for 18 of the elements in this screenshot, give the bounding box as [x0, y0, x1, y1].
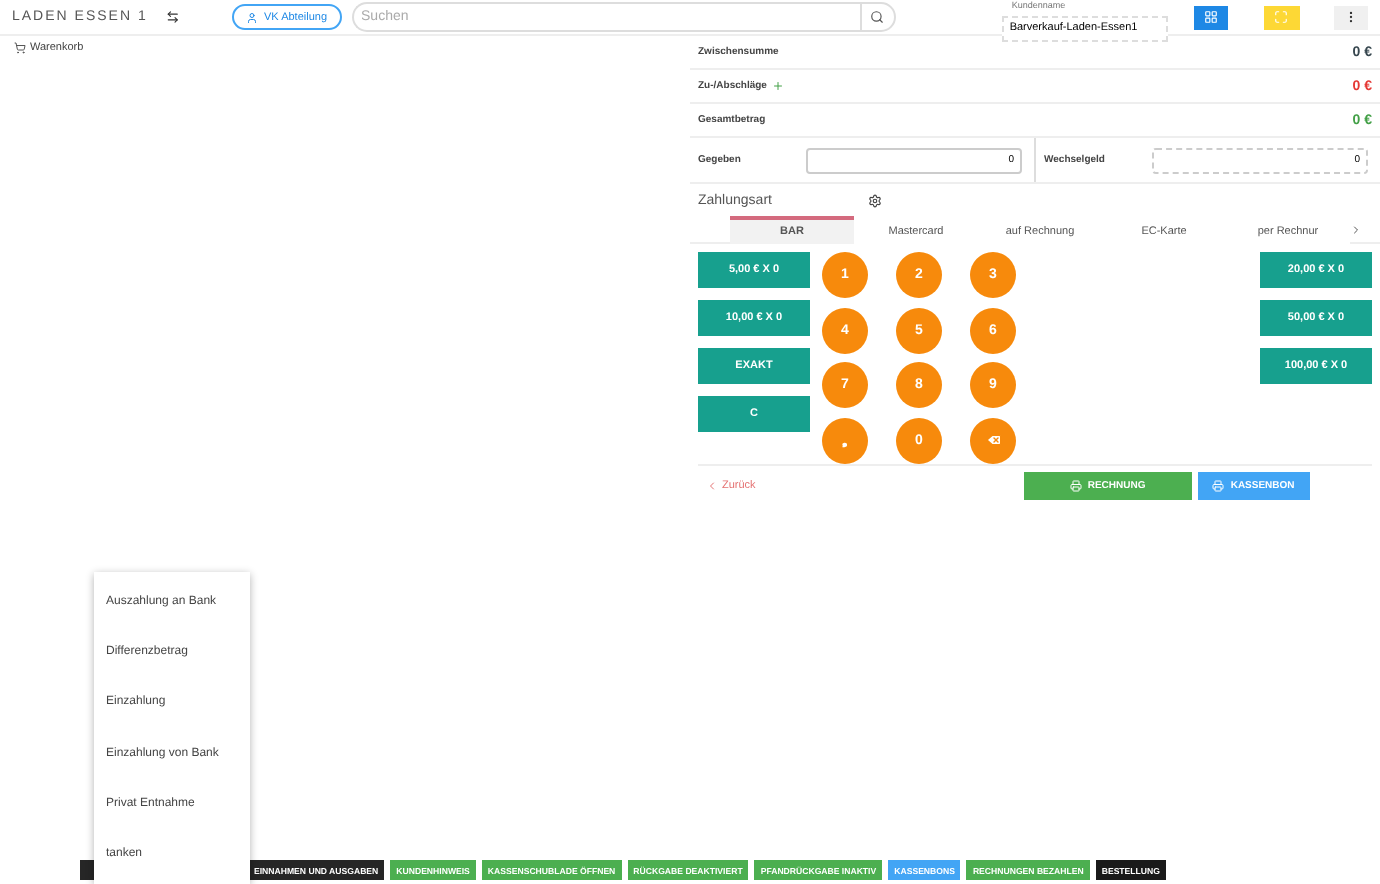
backspace-icon	[985, 432, 1001, 448]
swap-icon[interactable]	[166, 10, 181, 24]
more-button[interactable]	[1333, 5, 1368, 29]
settings-icon[interactable]	[867, 193, 882, 207]
printer-icon	[1212, 479, 1225, 491]
printer-icon	[1069, 479, 1082, 491]
chevron-right-icon[interactable]	[1350, 223, 1362, 235]
add-icon[interactable]	[772, 80, 785, 92]
cart-icon	[14, 42, 26, 54]
search-icon	[870, 10, 885, 24]
grid-icon	[1204, 10, 1219, 24]
user-icon	[246, 11, 259, 23]
fullscreen-icon	[1274, 10, 1289, 24]
chevron-left-icon	[706, 479, 718, 491]
backspace-key[interactable]	[970, 417, 1016, 463]
grid-button[interactable]	[1193, 5, 1229, 29]
fullscreen-button[interactable]	[1264, 5, 1300, 29]
search-button[interactable]	[859, 2, 896, 32]
